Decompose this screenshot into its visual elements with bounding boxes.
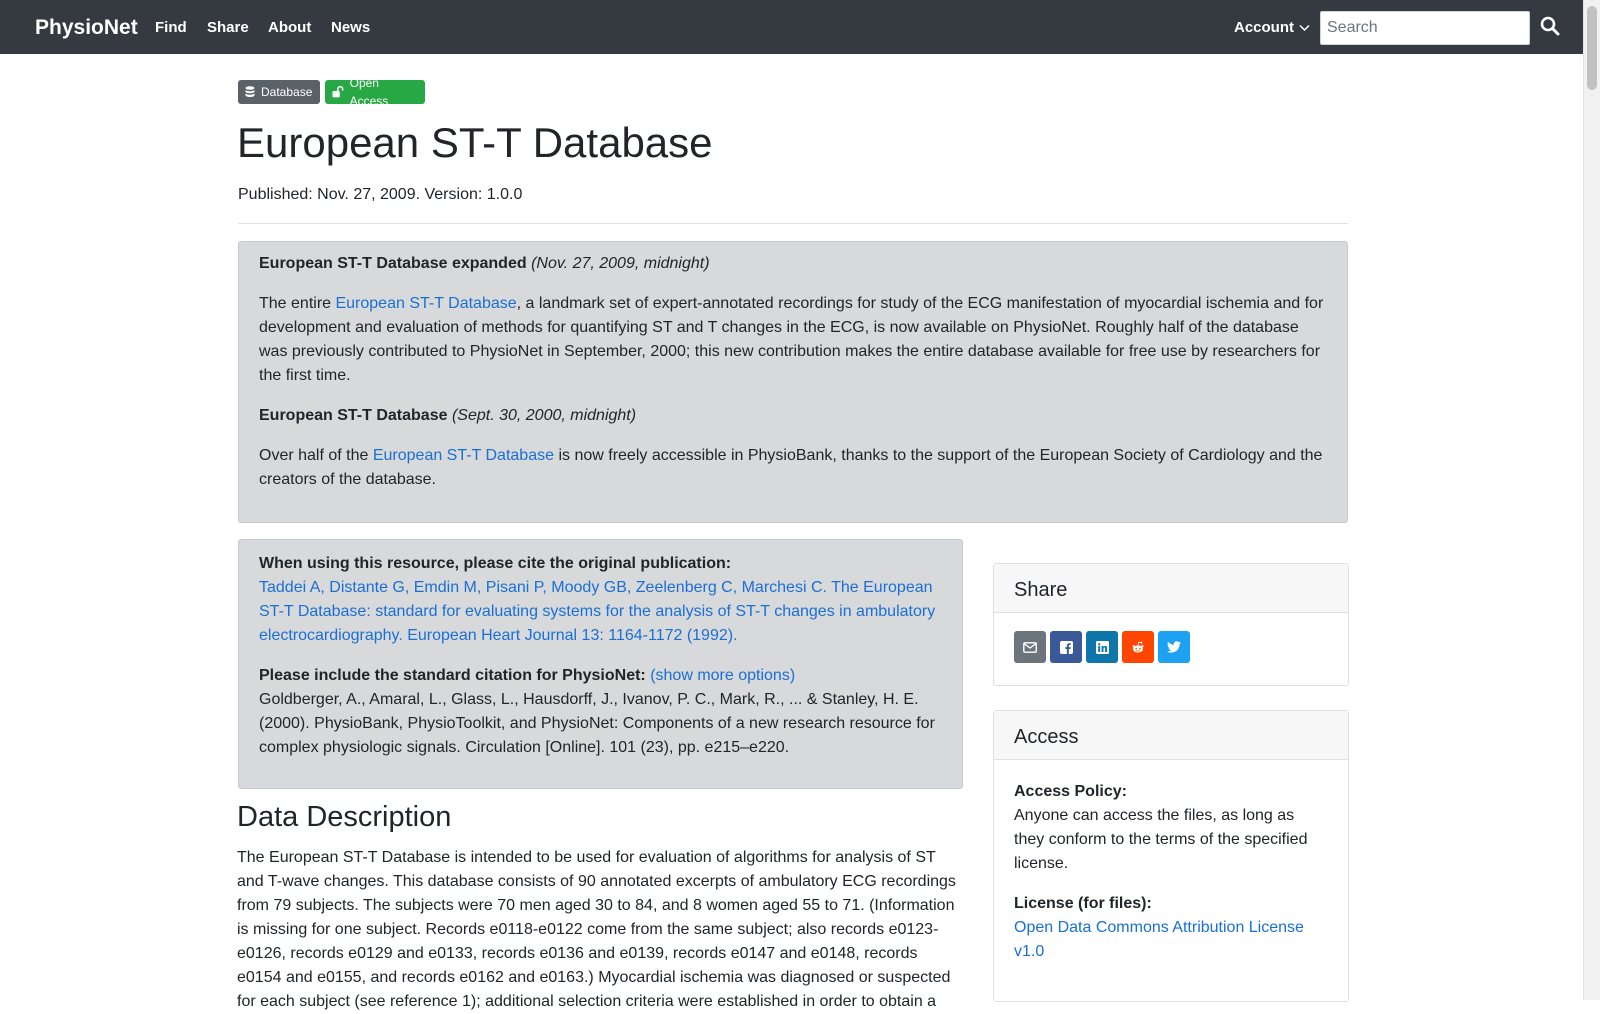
original-citation-block: When using this resource, please cite th… xyxy=(259,552,942,648)
scrollbar-thumb[interactable] xyxy=(1587,6,1597,90)
brand-logo-link[interactable]: PhysioNet xyxy=(35,12,138,44)
license-link[interactable]: Open Data Commons Attribution License v1… xyxy=(1014,919,1304,960)
access-policy-block: Access Policy: Anyone can access the fil… xyxy=(1014,780,1328,876)
database-badge: Database xyxy=(238,80,320,104)
search-input[interactable] xyxy=(1320,11,1530,45)
access-policy-text: Anyone can access the files, as long as … xyxy=(1014,807,1308,872)
citation-heading: When using this resource, please cite th… xyxy=(259,555,732,572)
linkedin-icon xyxy=(1095,640,1109,654)
nav-news[interactable]: News xyxy=(331,17,370,40)
divider xyxy=(238,223,1348,224)
news-item-1-link[interactable]: European ST-T Database xyxy=(335,295,516,312)
share-linkedin-button[interactable] xyxy=(1086,631,1118,663)
nav-find[interactable]: Find xyxy=(155,17,187,40)
license-block: License (for files): Open Data Commons A… xyxy=(1014,892,1328,964)
page-title: European ST-T Database xyxy=(237,119,713,166)
share-email-button[interactable] xyxy=(1014,631,1046,663)
news-item-2-link[interactable]: European ST-T Database xyxy=(373,447,554,464)
account-label: Account xyxy=(1234,19,1294,36)
share-card-title: Share xyxy=(994,564,1348,613)
citation-box: When using this resource, please cite th… xyxy=(238,539,963,789)
database-icon xyxy=(245,86,255,97)
open-access-badge: Open Access xyxy=(325,76,425,108)
standard-citation-block: Please include the standard citation for… xyxy=(259,664,942,760)
share-buttons xyxy=(994,613,1348,681)
news-item-2-date: (Sept. 30, 2000, midnight) xyxy=(451,407,637,424)
top-navbar: PhysioNet Find Share About News Account xyxy=(0,0,1584,54)
twitter-icon xyxy=(1167,641,1181,653)
standard-citation-text: Goldberger, A., Amaral, L., Glass, L., H… xyxy=(259,691,935,756)
published-info: Published: Nov. 27, 2009. Version: 1.0.0 xyxy=(238,186,523,203)
news-item-1-text-pre: The entire xyxy=(259,295,336,312)
account-dropdown[interactable]: Account xyxy=(1234,17,1310,40)
database-badge-label: Database xyxy=(261,85,313,99)
facebook-icon xyxy=(1059,640,1073,654)
news-item-2-title: European ST-T Database xyxy=(259,407,448,424)
share-card: Share xyxy=(993,563,1349,686)
access-card: Access Access Policy: Anyone can access … xyxy=(993,710,1349,1002)
share-twitter-button[interactable] xyxy=(1158,631,1190,663)
license-label: License (for files): xyxy=(1014,895,1152,912)
news-item-1-date: (Nov. 27, 2009, midnight) xyxy=(531,255,710,272)
news-item-1-body: The entire European ST-T Database, a lan… xyxy=(259,292,1327,388)
nav-about[interactable]: About xyxy=(268,17,311,40)
reddit-icon xyxy=(1132,641,1144,653)
standard-citation-heading: Please include the standard citation for… xyxy=(259,667,646,684)
data-description-text: The European ST-T Database is intended t… xyxy=(237,849,956,1010)
unlock-icon xyxy=(332,86,344,98)
search-icon xyxy=(1540,16,1560,36)
nav-share[interactable]: Share xyxy=(207,17,249,40)
access-policy-label: Access Policy: xyxy=(1014,783,1127,800)
access-card-body: Access Policy: Anyone can access the fil… xyxy=(994,760,1348,1000)
news-item-1-header: European ST-T Database expanded (Nov. 27… xyxy=(259,252,1327,276)
original-citation-link[interactable]: Taddei A, Distante G, Emdin M, Pisani P,… xyxy=(259,579,935,644)
access-card-title: Access xyxy=(994,711,1348,760)
page-scrollbar[interactable] xyxy=(1583,0,1600,1000)
news-box: European ST-T Database expanded (Nov. 27… xyxy=(238,241,1348,523)
news-item-1-title: European ST-T Database expanded xyxy=(259,255,527,272)
news-item-2-body: Over half of the European ST-T Database … xyxy=(259,444,1327,492)
search-button[interactable] xyxy=(1540,16,1562,38)
news-item-2-header: European ST-T Database (Sept. 30, 2000, … xyxy=(259,404,1327,428)
chevron-down-icon xyxy=(1299,25,1310,32)
news-item-2-text-pre: Over half of the xyxy=(259,447,373,464)
data-description-heading: Data Description xyxy=(237,801,452,833)
open-access-badge-label: Open Access xyxy=(349,76,389,108)
share-reddit-button[interactable] xyxy=(1122,631,1154,663)
share-facebook-button[interactable] xyxy=(1050,631,1082,663)
show-more-options-link[interactable]: (show more options) xyxy=(650,667,795,684)
envelope-icon xyxy=(1023,641,1037,653)
